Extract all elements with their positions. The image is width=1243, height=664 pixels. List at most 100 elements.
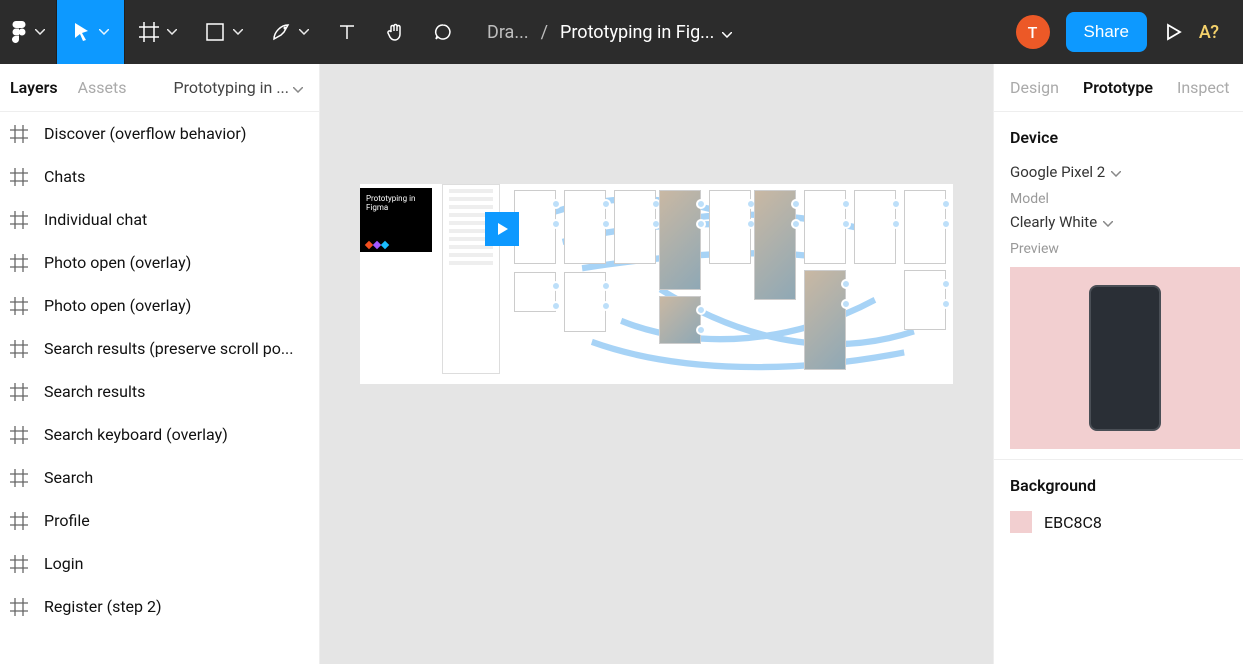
figma-logo-icon [11, 21, 27, 43]
tool-shape[interactable] [191, 0, 257, 64]
connection-node-icon[interactable] [841, 199, 851, 209]
background-hex: EBC8C8 [1044, 513, 1102, 532]
layer-row[interactable]: Register (step 2) [0, 585, 319, 628]
tool-frame[interactable] [125, 0, 191, 64]
tool-text[interactable] [323, 0, 371, 64]
connection-node-icon[interactable] [891, 219, 901, 229]
frame-thumbnail[interactable] [564, 190, 606, 264]
frame-thumbnail[interactable] [709, 190, 751, 264]
tool-hand[interactable] [371, 0, 419, 64]
layer-row[interactable]: Photo open (overlay) [0, 241, 319, 284]
connection-node-icon[interactable] [696, 219, 706, 229]
connection-node-icon[interactable] [601, 281, 611, 291]
layer-name: Search results [44, 382, 145, 401]
background-title: Background [1010, 476, 1227, 495]
frame-icon [10, 168, 28, 186]
frame-thumbnail[interactable] [854, 190, 896, 264]
layer-row[interactable]: Chats [0, 155, 319, 198]
layer-name: Register (step 2) [44, 597, 162, 616]
connection-node-icon[interactable] [551, 281, 561, 291]
connection-node-icon[interactable] [551, 219, 561, 229]
layer-row[interactable]: Search results [0, 370, 319, 413]
share-button[interactable]: Share [1066, 12, 1147, 52]
layer-row[interactable]: Search [0, 456, 319, 499]
frame-thumbnail[interactable] [614, 190, 656, 264]
frame-thumbnail[interactable] [904, 270, 946, 330]
tool-pen[interactable] [257, 0, 323, 64]
frame-thumbnail[interactable] [804, 190, 846, 264]
frame-icon [10, 598, 28, 616]
connection-node-icon[interactable] [696, 325, 706, 335]
frame-thumbnail[interactable] [564, 272, 606, 332]
frame-icon [10, 340, 28, 358]
connection-node-icon[interactable] [551, 199, 561, 209]
layer-row[interactable]: Search results (preserve scroll po... [0, 327, 319, 370]
connection-node-icon[interactable] [891, 199, 901, 209]
text-icon [337, 22, 357, 42]
layer-row[interactable]: Profile [0, 499, 319, 542]
cover-text: Prototyping in Figma [366, 194, 415, 212]
frame-thumbnail[interactable] [904, 190, 946, 264]
canvas[interactable]: Prototyping in Figma [320, 64, 993, 664]
model-select[interactable]: Clearly White [1010, 213, 1227, 231]
connection-node-icon[interactable] [941, 199, 951, 209]
frame-thumbnail[interactable] [754, 190, 796, 300]
tab-layers[interactable]: Layers [10, 78, 58, 97]
left-panel-tabs: Layers Assets Prototyping in ... [0, 64, 319, 112]
layer-row[interactable]: Discover (overflow behavior) [0, 112, 319, 155]
connection-node-icon[interactable] [791, 199, 801, 209]
layer-row[interactable]: Login [0, 542, 319, 585]
model-value: Clearly White [1010, 213, 1097, 231]
layer-name: Profile [44, 511, 90, 530]
cover-tile[interactable]: Prototyping in Figma [360, 188, 432, 252]
topbar: Dra... / Prototyping in Fig... T Share A… [0, 0, 1243, 64]
connection-node-icon[interactable] [551, 301, 561, 311]
frame-thumbnail[interactable] [804, 270, 846, 370]
cursor-icon [73, 22, 91, 42]
layer-row[interactable]: Individual chat [0, 198, 319, 241]
connection-node-icon[interactable] [841, 279, 851, 289]
connection-node-icon[interactable] [791, 219, 801, 229]
tab-prototype[interactable]: Prototype [1083, 78, 1153, 97]
frame-thumbnail[interactable] [514, 190, 556, 264]
frame-thumbnail[interactable] [659, 296, 701, 344]
layer-row[interactable]: Search keyboard (overlay) [0, 413, 319, 456]
tool-comment[interactable] [419, 0, 467, 64]
tab-inspect[interactable]: Inspect [1177, 78, 1230, 97]
connection-node-icon[interactable] [941, 299, 951, 309]
connection-node-icon[interactable] [601, 199, 611, 209]
comment-icon [433, 22, 453, 42]
connection-node-icon[interactable] [941, 279, 951, 289]
frame-icon [10, 555, 28, 573]
connection-node-icon[interactable] [841, 299, 851, 309]
connection-node-icon[interactable] [941, 219, 951, 229]
prototype-start-flag[interactable] [485, 212, 519, 246]
connection-node-icon[interactable] [841, 219, 851, 229]
breadcrumb: Dra... / Prototyping in Fig... [487, 22, 1016, 43]
tool-move[interactable] [57, 0, 125, 64]
page-selector[interactable]: Prototyping in ... [173, 78, 303, 97]
mini-frames [504, 184, 953, 384]
background-color-row[interactable]: EBC8C8 [1010, 511, 1227, 533]
layer-name: Search [44, 468, 93, 487]
prototype-frames-strip: Prototyping in Figma [360, 184, 953, 384]
hint-badge[interactable]: A? [1199, 22, 1219, 43]
tab-design[interactable]: Design [1010, 78, 1059, 97]
project-title[interactable]: Prototyping in Fig... [560, 22, 732, 43]
frame-icon [10, 469, 28, 487]
avatar[interactable]: T [1016, 15, 1050, 49]
connection-node-icon[interactable] [696, 305, 706, 315]
tab-assets[interactable]: Assets [78, 78, 127, 97]
present-button[interactable] [1163, 22, 1183, 42]
chevron-down-icon [293, 78, 303, 97]
connection-node-icon[interactable] [696, 199, 706, 209]
menu-main[interactable] [0, 0, 57, 64]
layer-name: Chats [44, 167, 85, 186]
frame-thumbnail[interactable] [514, 272, 556, 312]
connection-node-icon[interactable] [601, 301, 611, 311]
frame-thumbnail[interactable] [659, 190, 701, 290]
layer-row[interactable]: Photo open (overlay) [0, 284, 319, 327]
device-select[interactable]: Google Pixel 2 [1010, 163, 1227, 181]
breadcrumb-parent[interactable]: Dra... [487, 22, 529, 43]
connection-node-icon[interactable] [601, 219, 611, 229]
